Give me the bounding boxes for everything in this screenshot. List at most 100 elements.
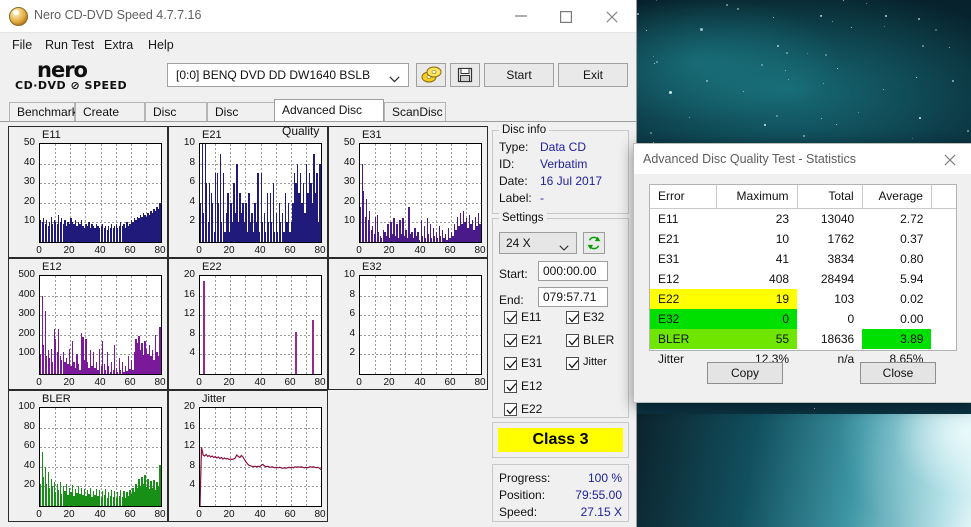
chart-title: E22 bbox=[202, 261, 222, 273]
checkbox-e31[interactable] bbox=[504, 357, 517, 370]
end-time-input[interactable]: 079:57.71 bbox=[538, 287, 608, 307]
drive-select-value: [0:0] BENQ DVD DD DW1640 BSLB bbox=[176, 68, 371, 82]
table-row[interactable]: E22 19 103 0.02 bbox=[650, 289, 956, 309]
gridline-v bbox=[291, 276, 292, 374]
checkbox-e21[interactable] bbox=[504, 334, 517, 347]
star bbox=[807, 52, 809, 54]
chevron-down-icon bbox=[389, 72, 400, 86]
x-axis-tick: 0 bbox=[36, 245, 42, 256]
star bbox=[918, 18, 921, 21]
chart-panel-bler: BLER 20 40 60 80 100 0 20 40 60 80 bbox=[8, 390, 168, 522]
start-time-input[interactable]: 000:00.00 bbox=[538, 261, 608, 281]
cell-error: E31 bbox=[658, 252, 680, 266]
disc-type-value: Data CD bbox=[540, 140, 587, 154]
star bbox=[737, 8, 740, 11]
cell-total: 1762 bbox=[827, 232, 855, 246]
tab-create-disc[interactable]: Create Disc bbox=[75, 102, 145, 137]
cell-maximum: 10 bbox=[775, 232, 790, 246]
advanced-disc-quality-panel: E11 10 20 30 40 50 0 20 40 60 80 E21 2 4 6 8 10 0 20 40 60 8… bbox=[0, 122, 636, 527]
star bbox=[882, 88, 884, 90]
x-axis-tick: 0 bbox=[196, 509, 202, 520]
disc-info-legend: Disc info bbox=[499, 124, 550, 136]
speed-refresh-button[interactable] bbox=[583, 232, 605, 254]
gridline-v bbox=[466, 276, 467, 374]
close-button[interactable]: Close bbox=[860, 362, 936, 384]
col-error: Error bbox=[650, 185, 717, 209]
checkbox-e32[interactable] bbox=[566, 311, 579, 324]
menubar: File Run Test Extra Help bbox=[0, 33, 636, 57]
y-axis-tick: 4 bbox=[189, 196, 195, 207]
menu-file[interactable]: File bbox=[7, 37, 37, 53]
copy-button[interactable]: Copy bbox=[707, 362, 783, 384]
minimize-button[interactable] bbox=[498, 0, 544, 31]
table-row[interactable]: E32 0 0 0.00 bbox=[650, 309, 956, 329]
drive-select[interactable]: [0:0] BENQ DVD DD DW1640 BSLB bbox=[167, 63, 409, 87]
cell-spacer bbox=[931, 229, 956, 249]
y-axis-tick: 20 bbox=[23, 479, 35, 490]
tab-disc-quality[interactable]: Disc Quality bbox=[207, 102, 277, 137]
checkbox-e12[interactable] bbox=[504, 380, 517, 393]
y-axis-tick: 6 bbox=[189, 176, 195, 187]
table-row[interactable]: E31 41 3834 0.80 bbox=[650, 249, 956, 269]
dialog-close-button[interactable] bbox=[928, 144, 971, 173]
star bbox=[821, 118, 823, 120]
gridline-v bbox=[230, 276, 231, 374]
disc-type-label: Type: bbox=[499, 140, 529, 154]
chart-bar bbox=[203, 280, 205, 374]
refresh-disc-button[interactable] bbox=[416, 63, 446, 87]
start-button[interactable]: Start bbox=[484, 63, 554, 87]
table-row[interactable]: E12 408 28494 5.94 bbox=[650, 269, 956, 289]
checkbox-e11[interactable] bbox=[504, 311, 517, 324]
chart-title: BLER bbox=[42, 393, 71, 405]
gridline-v bbox=[405, 144, 406, 242]
save-button[interactable] bbox=[450, 63, 480, 87]
menu-run-test[interactable]: Run Test bbox=[40, 37, 99, 53]
table-row[interactable]: BLER 55 18636 3.89 bbox=[650, 329, 956, 349]
y-axis-tick: 4 bbox=[189, 347, 195, 358]
star bbox=[884, 14, 887, 17]
star bbox=[915, 77, 917, 79]
y-axis-tick: 100 bbox=[18, 347, 35, 358]
table-row[interactable]: E11 23 13040 2.72 bbox=[650, 209, 956, 230]
class-badge: Class 3 bbox=[498, 428, 623, 452]
x-axis-tick: 80 bbox=[474, 377, 486, 388]
y-axis-tick: 60 bbox=[23, 440, 35, 451]
star bbox=[706, 80, 709, 83]
menu-extra[interactable]: Extra bbox=[99, 37, 138, 53]
star bbox=[966, 129, 969, 132]
tab-benchmark[interactable]: Benchmark bbox=[9, 102, 78, 121]
checkbox-jitter[interactable] bbox=[566, 357, 579, 370]
chart-bar bbox=[159, 202, 161, 242]
chart-plot-area bbox=[359, 143, 482, 243]
checkbox-e22[interactable] bbox=[504, 403, 517, 416]
cell-spacer bbox=[931, 309, 956, 329]
star bbox=[656, 0, 658, 2]
checkbox-jitter-label: Jitter bbox=[583, 356, 607, 368]
maximize-button[interactable] bbox=[544, 0, 590, 31]
star bbox=[832, 21, 834, 23]
star bbox=[836, 68, 838, 70]
x-axis-tick: 40 bbox=[254, 509, 266, 520]
chart-title: E21 bbox=[202, 129, 222, 141]
speed-select[interactable]: 24 X bbox=[499, 232, 577, 254]
table-row[interactable]: E21 10 1762 0.37 bbox=[650, 229, 956, 249]
exit-button[interactable]: Exit bbox=[558, 63, 628, 87]
y-axis-tick: 6 bbox=[349, 308, 355, 319]
tab-scandisc[interactable]: ScanDisc bbox=[384, 102, 446, 121]
cell-total: 0 bbox=[847, 312, 855, 326]
checkbox-bler[interactable] bbox=[566, 334, 579, 347]
menu-help[interactable]: Help bbox=[143, 37, 179, 53]
tab-advanced-disc-quality[interactable]: Advanced Disc Quality bbox=[274, 99, 384, 138]
chart-panel-e21: E21 2 4 6 8 10 0 20 40 60 80 bbox=[168, 126, 328, 258]
close-button[interactable] bbox=[590, 0, 636, 31]
chart-title: E12 bbox=[42, 261, 62, 273]
star bbox=[656, 61, 659, 64]
cell-total: 13040 bbox=[820, 212, 855, 226]
table-header-row: Error Maximum Total Average bbox=[650, 185, 956, 209]
tab-disc-info[interactable]: Disc Info bbox=[145, 102, 207, 137]
gridline-v bbox=[375, 276, 376, 374]
star bbox=[858, 112, 860, 114]
star bbox=[654, 62, 656, 64]
cell-total: 3834 bbox=[827, 252, 855, 266]
col-maximum: Maximum bbox=[716, 185, 798, 209]
